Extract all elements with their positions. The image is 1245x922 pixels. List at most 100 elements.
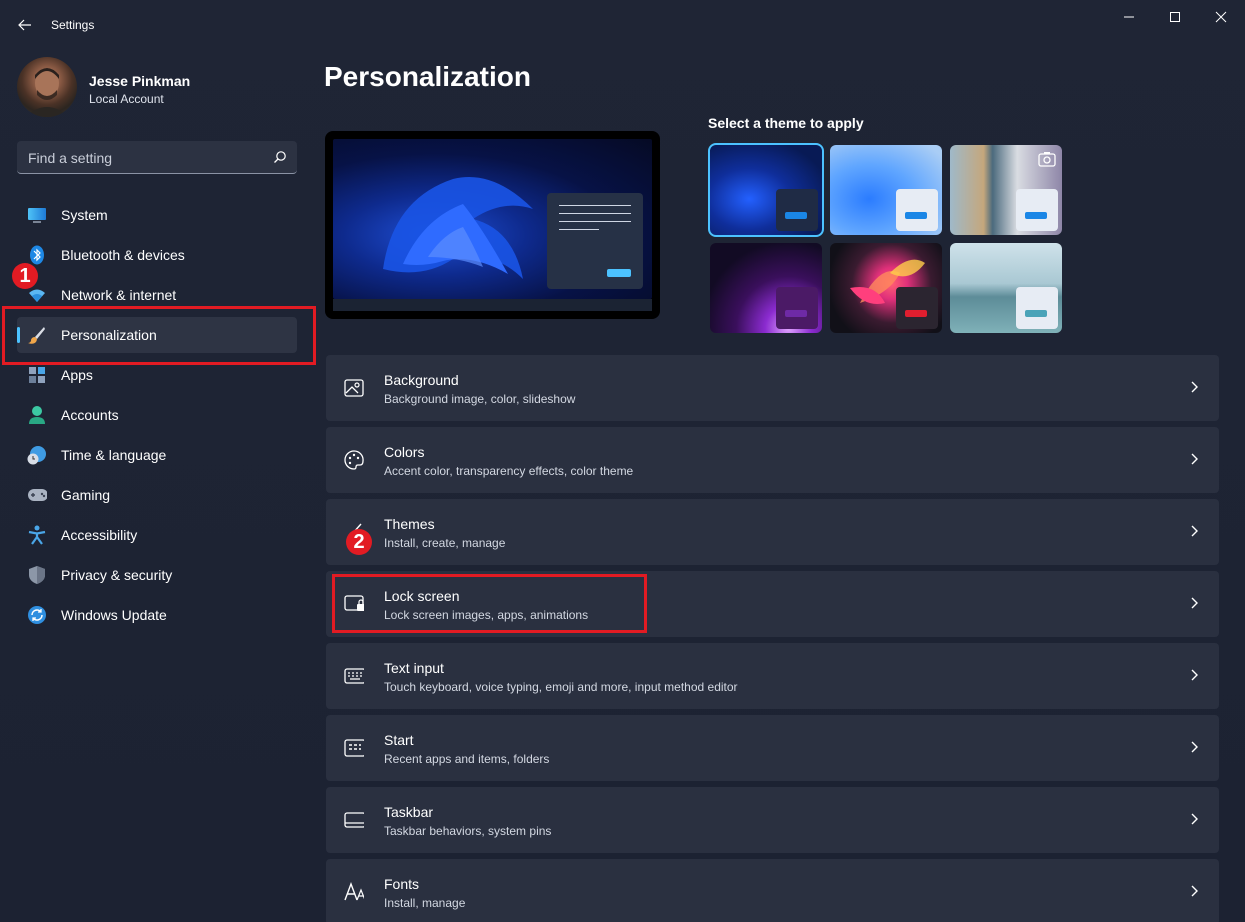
theme-tile-windows-light[interactable] <box>830 145 942 235</box>
card-subtitle: Install, create, manage <box>384 536 506 550</box>
card-background[interactable]: Background Background image, color, slid… <box>326 355 1219 421</box>
theme-mini-window <box>776 189 818 231</box>
theme-tile-glow[interactable] <box>710 243 822 333</box>
card-title: Start <box>384 732 414 748</box>
card-subtitle: Install, manage <box>384 896 466 910</box>
annotation-badge-2: 2 <box>346 529 372 555</box>
image-icon <box>344 378 364 398</box>
account-type: Local Account <box>89 92 164 106</box>
close-button[interactable] <box>1198 4 1244 30</box>
chevron-right-icon <box>1191 525 1198 537</box>
accessibility-icon <box>27 525 47 545</box>
bluetooth-icon <box>27 245 47 265</box>
sidebar-item-gaming[interactable]: Gaming <box>17 477 297 513</box>
theme-tile-spotlight[interactable] <box>950 145 1062 235</box>
chevron-right-icon <box>1191 597 1198 609</box>
sidebar-item-time-language[interactable]: Time & language <box>17 437 297 473</box>
maximize-icon <box>1170 12 1180 22</box>
card-taskbar[interactable]: Taskbar Taskbar behaviors, system pins <box>326 787 1219 853</box>
taskbar-icon <box>344 810 364 830</box>
sidebar-item-label: Windows Update <box>61 607 167 623</box>
card-title: Text input <box>384 660 444 676</box>
search-box[interactable]: Find a setting <box>17 141 297 174</box>
sidebar-item-privacy[interactable]: Privacy & security <box>17 557 297 593</box>
card-title: Taskbar <box>384 804 434 820</box>
back-arrow-icon <box>18 19 31 31</box>
preview-window <box>547 193 643 289</box>
avatar[interactable] <box>17 57 77 117</box>
theme-heading: Select a theme to apply <box>708 115 864 131</box>
update-icon <box>27 605 47 625</box>
minimize-icon <box>1124 16 1134 18</box>
sidebar-item-label: Gaming <box>61 487 111 503</box>
sidebar-item-label: System <box>61 207 108 223</box>
camera-icon <box>1038 152 1056 167</box>
sidebar-item-label: Accessibility <box>61 527 138 543</box>
card-start[interactable]: Start Recent apps and items, folders <box>326 715 1219 781</box>
maximize-button[interactable] <box>1152 4 1198 30</box>
gamepad-icon <box>27 485 47 505</box>
sidebar-item-accounts[interactable]: Accounts <box>17 397 297 433</box>
sidebar-item-label: Privacy & security <box>61 567 173 583</box>
chevron-right-icon <box>1191 813 1198 825</box>
card-title: Themes <box>384 516 435 532</box>
card-colors[interactable]: Colors Accent color, transparency effect… <box>326 427 1219 493</box>
card-subtitle: Taskbar behaviors, system pins <box>384 824 552 838</box>
card-title: Fonts <box>384 876 420 892</box>
theme-preview <box>325 131 660 319</box>
card-text-input[interactable]: Text input Touch keyboard, voice typing,… <box>326 643 1219 709</box>
card-themes[interactable]: Themes Install, create, manage <box>326 499 1219 565</box>
globe-clock-icon <box>27 445 47 465</box>
theme-mini-window <box>776 287 818 329</box>
preview-taskbar <box>333 299 652 311</box>
app-title: Settings <box>51 18 95 32</box>
chevron-right-icon <box>1191 453 1198 465</box>
theme-tile-flow[interactable] <box>950 243 1062 333</box>
page-title: Personalization <box>324 61 531 92</box>
sidebar-item-windows-update[interactable]: Windows Update <box>17 597 297 633</box>
fonts-icon <box>344 882 364 902</box>
card-subtitle: Touch keyboard, voice typing, emoji and … <box>384 680 738 694</box>
settings-window: Settings Jesse Pinkman Local Account Fin… <box>0 0 1245 922</box>
sidebar-item-label: Bluetooth & devices <box>61 247 185 263</box>
apps-icon <box>27 365 47 385</box>
card-subtitle: Background image, color, slideshow <box>384 392 576 406</box>
annotation-highlight-personalization <box>2 306 316 365</box>
user-name: Jesse Pinkman <box>89 73 191 89</box>
avatar-photo <box>25 68 69 117</box>
chevron-right-icon <box>1191 381 1198 393</box>
keyboard-icon <box>344 666 364 686</box>
minimize-button[interactable] <box>1106 4 1152 30</box>
chevron-right-icon <box>1191 741 1198 753</box>
sidebar-item-bluetooth[interactable]: Bluetooth & devices <box>17 237 297 273</box>
monitor-icon <box>27 205 47 225</box>
card-title: Background <box>384 372 459 388</box>
theme-mini-window <box>1016 189 1058 231</box>
sidebar-item-system[interactable]: System <box>17 197 297 233</box>
card-title: Colors <box>384 444 425 460</box>
card-subtitle: Recent apps and items, folders <box>384 752 550 766</box>
preview-wallpaper <box>333 139 652 299</box>
search-icon[interactable] <box>273 150 287 164</box>
sidebar-item-label: Network & internet <box>61 287 177 303</box>
title-bar: Settings <box>0 0 1245 48</box>
theme-mini-window <box>896 189 938 231</box>
search-input[interactable]: Find a setting <box>28 150 112 166</box>
theme-mini-window <box>1016 287 1058 329</box>
card-fonts[interactable]: Fonts Install, manage <box>326 859 1219 922</box>
sidebar-item-accessibility[interactable]: Accessibility <box>17 517 297 553</box>
chevron-right-icon <box>1191 669 1198 681</box>
theme-tile-windows-dark[interactable] <box>708 143 824 237</box>
card-subtitle: Accent color, transparency effects, colo… <box>384 464 634 478</box>
palette-icon <box>344 450 364 470</box>
annotation-highlight-lock-screen <box>332 574 647 633</box>
theme-tile-captured-motion[interactable] <box>830 243 942 333</box>
sidebar-item-label: Time & language <box>61 447 167 463</box>
theme-mini-window <box>896 287 938 329</box>
back-button[interactable] <box>12 12 38 38</box>
chevron-right-icon <box>1191 885 1198 897</box>
close-icon <box>1215 11 1227 23</box>
shield-icon <box>27 565 47 585</box>
annotation-badge-1: 1 <box>12 263 38 289</box>
sidebar-item-label: Apps <box>61 367 93 383</box>
